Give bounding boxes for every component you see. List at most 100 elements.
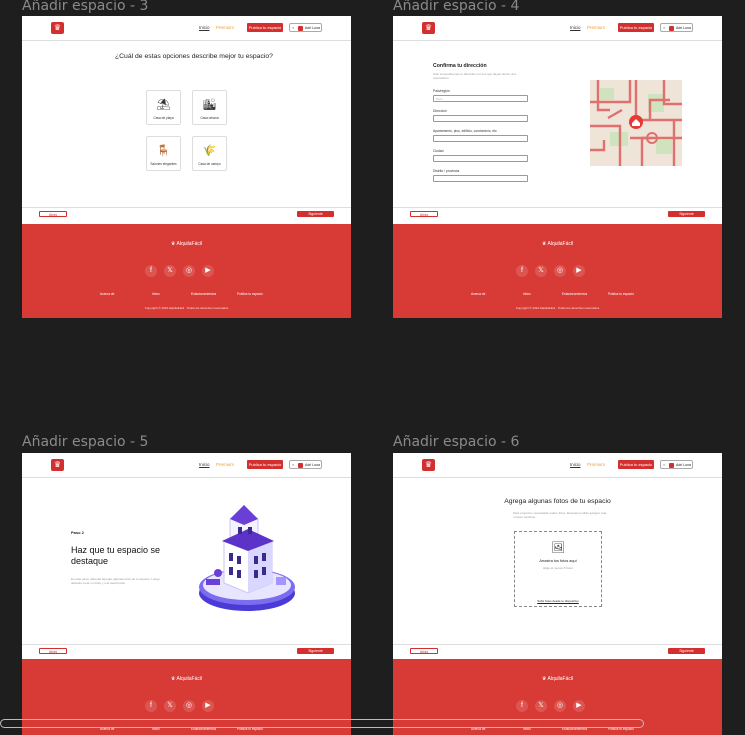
nav-inicio-link[interactable]: Inicio <box>199 25 210 30</box>
field-label-distrito: Distrito / provincia <box>433 169 460 173</box>
option-label: Casa urbana <box>200 116 219 120</box>
instagram-icon[interactable]: ◎ <box>183 700 195 712</box>
apartamento-field[interactable] <box>433 135 528 142</box>
footer-link-inbox[interactable]: Inbox <box>523 292 531 296</box>
footer-brand-label: AlquilaFácil <box>547 676 574 682</box>
x-icon[interactable]: 𝕏 <box>535 265 547 277</box>
x-icon[interactable]: 𝕏 <box>535 700 547 712</box>
nav-premium-link[interactable]: Premium <box>216 25 234 30</box>
footer: ♛ AlquilaFácil f 𝕏 ◎ ▶ Acerca de Inbox E… <box>393 224 722 318</box>
direccion-field[interactable] <box>433 115 528 122</box>
map-roads <box>590 80 682 166</box>
user-menu[interactable]: ≡ Adri Luna <box>660 23 693 32</box>
facebook-icon[interactable]: f <box>145 700 157 712</box>
pais-region-field[interactable]: Perú <box>433 95 528 102</box>
avatar <box>298 25 303 31</box>
publish-space-button[interactable]: Publica tu espacio <box>247 23 283 32</box>
photo-dropzone[interactable]: 🖼 Arrastra tus fotos aquí Elige al menos… <box>514 531 602 607</box>
footer-link-publica[interactable]: Publica tu espacio <box>608 292 634 296</box>
youtube-icon[interactable]: ▶ <box>202 265 214 277</box>
facebook-icon[interactable]: f <box>516 265 528 277</box>
logo-crown-icon[interactable]: ♛ <box>51 459 64 471</box>
footer-brand[interactable]: ♛ AlquilaFácil <box>393 241 722 247</box>
distrito-field[interactable] <box>433 175 528 182</box>
instagram-icon[interactable]: ◎ <box>183 265 195 277</box>
city-icon: 🏙 <box>202 99 217 111</box>
ciudad-field[interactable] <box>433 155 528 162</box>
question-title: ¿Cuál de estas opciones describe mejor t… <box>115 53 273 60</box>
option-casa-de-playa[interactable]: ⛱ Casa de playa <box>146 90 181 125</box>
next-button[interactable]: Siguiente <box>297 648 334 654</box>
footer-brand-label: AlquilaFácil <box>176 241 203 247</box>
field-label-pais: País/región <box>433 89 450 93</box>
nav-inicio-link[interactable]: Inicio <box>570 462 581 467</box>
footer-link-publica[interactable]: Publica tu espacio <box>237 292 263 296</box>
nav-inicio-link[interactable]: Inicio <box>199 462 210 467</box>
x-icon[interactable]: 𝕏 <box>164 700 176 712</box>
image-icon: 🖼 <box>551 542 565 554</box>
footer-brand[interactable]: ♛ AlquilaFácil <box>22 241 351 247</box>
footer-link-estacionamientos[interactable]: Estacionamientos <box>562 292 587 296</box>
option-salones-elegantes[interactable]: 🪑 Salones elegantes <box>146 136 181 171</box>
isometric-building-illustration <box>199 505 295 611</box>
photos-title: Agrega algunas fotos de tu espacio <box>504 498 611 505</box>
facebook-icon[interactable]: f <box>516 700 528 712</box>
back-button[interactable]: Atrás <box>39 211 67 217</box>
step-label: Paso 2 <box>71 530 84 535</box>
nav-premium-link[interactable]: Premium <box>216 462 234 467</box>
youtube-icon[interactable]: ▶ <box>202 700 214 712</box>
top-nav: ♛ Inicio Premium Publica tu espacio ≡ Ad… <box>393 16 722 41</box>
upload-from-device-link[interactable]: Subir fotos desde tu dispositivo <box>515 599 601 603</box>
instagram-icon[interactable]: ◎ <box>554 265 566 277</box>
publish-space-button[interactable]: Publica tu espacio <box>247 460 283 469</box>
logo-crown-icon[interactable]: ♛ <box>422 459 435 471</box>
wizard-bottom-bar: Atrás Siguiente <box>393 644 722 657</box>
facebook-icon[interactable]: f <box>145 265 157 277</box>
youtube-icon[interactable]: ▶ <box>573 265 585 277</box>
x-icon[interactable]: 𝕏 <box>164 265 176 277</box>
nav-premium-link[interactable]: Premium <box>587 462 605 467</box>
footer-link-acerca[interactable]: Acerca de <box>471 292 485 296</box>
publish-space-button[interactable]: Publica tu espacio <box>618 23 654 32</box>
logo-crown-icon[interactable]: ♛ <box>422 22 435 34</box>
publish-space-button[interactable]: Publica tu espacio <box>618 460 654 469</box>
user-menu[interactable]: ≡ Adri Luna <box>289 460 322 469</box>
footer: ♛ AlquilaFácil f 𝕏 ◎ ▶ Acerca de Inbox E… <box>22 224 351 318</box>
youtube-icon[interactable]: ▶ <box>573 700 585 712</box>
footer-link-estacionamientos[interactable]: Estacionamientos <box>191 292 216 296</box>
wizard-bottom-bar: Atrás Siguiente <box>393 207 722 220</box>
horizontal-scrollbar[interactable] <box>0 719 644 728</box>
footer-brand[interactable]: ♛ AlquilaFácil <box>22 676 351 682</box>
next-button[interactable]: Siguiente <box>668 648 705 654</box>
back-button[interactable]: Atrás <box>39 648 67 654</box>
step-title: Haz que tu espacio se destaque <box>71 545 161 566</box>
location-map[interactable] <box>590 80 682 166</box>
next-button[interactable]: Siguiente <box>297 211 334 217</box>
dropzone-title: Arrastra tus fotos aquí <box>539 559 577 563</box>
nav-premium-link[interactable]: Premium <box>587 25 605 30</box>
user-menu[interactable]: ≡ Adri Luna <box>660 460 693 469</box>
back-button[interactable]: Atrás <box>410 648 438 654</box>
wizard-bottom-bar: Atrás Siguiente <box>22 644 351 657</box>
back-button[interactable]: Atrás <box>410 211 438 217</box>
footer-brand[interactable]: ♛ AlquilaFácil <box>393 676 722 682</box>
photos-subtitle: Para empezar, necesitarás cuatro fotos. … <box>513 511 607 519</box>
option-label: Salones elegantes <box>150 162 177 166</box>
top-nav: ♛ Inicio Premium Publica tu espacio ≡ Ad… <box>393 453 722 478</box>
next-button[interactable]: Siguiente <box>668 211 705 217</box>
option-casa-urbana[interactable]: 🏙 Casa urbana <box>192 90 227 125</box>
instagram-icon[interactable]: ◎ <box>554 700 566 712</box>
dropzone-subtitle: Elige al menos 5 fotos <box>543 566 573 570</box>
frame-step-5: ♛ Inicio Premium Publica tu espacio ≡ Ad… <box>22 453 351 735</box>
nav-inicio-link[interactable]: Inicio <box>570 25 581 30</box>
top-nav: ♛ Inicio Premium Publica tu espacio ≡ Ad… <box>22 16 351 41</box>
logo-crown-icon[interactable]: ♛ <box>51 22 64 34</box>
field-label-direccion: Dirección <box>433 109 447 113</box>
user-menu[interactable]: ≡ Adri Luna <box>289 23 322 32</box>
option-casa-de-campo[interactable]: 🌾 Casa de campo <box>192 136 227 171</box>
menu-icon: ≡ <box>292 26 295 30</box>
footer-link-inbox[interactable]: Inbox <box>152 292 160 296</box>
menu-icon: ≡ <box>663 26 666 30</box>
armchair-icon: 🪑 <box>156 145 171 157</box>
footer-link-acerca[interactable]: Acerca de <box>100 292 114 296</box>
